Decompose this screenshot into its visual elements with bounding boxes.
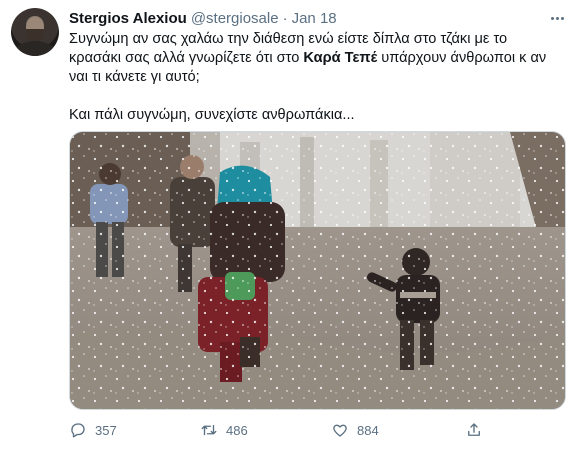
avatar-shoulders bbox=[15, 41, 55, 56]
avatar[interactable] bbox=[11, 8, 59, 56]
tweet-date[interactable]: Jan 18 bbox=[292, 10, 337, 27]
reply-icon bbox=[71, 423, 85, 438]
tweet-text-line-2-end: υπάρχουν άνθρωποι κ αν bbox=[377, 50, 547, 66]
tweet-text: Συγνώμη αν σας χαλάω την διάθεση ενώ είσ… bbox=[69, 30, 569, 125]
share-icon bbox=[468, 423, 480, 436]
display-name[interactable]: Stergios Alexiou bbox=[69, 10, 187, 27]
tweet-text-line-4: Και πάλι συγνώμη, συνεχίστε ανθρωπάκια..… bbox=[69, 107, 355, 123]
more-horizontal-icon[interactable] bbox=[544, 8, 570, 28]
reply-count: 357 bbox=[95, 422, 117, 438]
avatar-beard bbox=[26, 29, 44, 41]
place-name: Καρά Τεπέ bbox=[303, 50, 378, 66]
tweet-text-line-3: ναι τι κάνετε γι αυτό; bbox=[69, 69, 200, 85]
tweet-text-line-1: Συγνώμη αν σας χαλάω την διάθεση ενώ είσ… bbox=[69, 31, 508, 47]
tweet-text-line-2-start: κρασάκι σας αλλά γνωρίζετε ότι στο bbox=[69, 50, 304, 66]
tweet-photo[interactable] bbox=[69, 131, 566, 410]
like-button[interactable]: 884 bbox=[331, 420, 379, 440]
tweet-card[interactable]: Stergios Alexiou @stergiosale · Jan 18 Σ… bbox=[0, 0, 580, 450]
retweet-button[interactable]: 486 bbox=[200, 420, 248, 440]
snowy-camp-photo bbox=[70, 132, 565, 409]
retweet-count: 486 bbox=[226, 422, 248, 438]
tweet-header: Stergios Alexiou @stergiosale · Jan 18 bbox=[69, 8, 337, 28]
separator-dot: · bbox=[282, 9, 288, 27]
tweet-text-line-2: κρασάκι σας αλλά γνωρίζετε ότι στο Καρά … bbox=[69, 49, 569, 68]
user-handle[interactable]: @stergiosale bbox=[191, 10, 279, 27]
reply-button[interactable]: 357 bbox=[69, 420, 117, 440]
retweet-icon bbox=[201, 424, 217, 436]
share-button[interactable] bbox=[465, 420, 483, 440]
like-count: 884 bbox=[357, 422, 379, 438]
heart-icon bbox=[333, 424, 347, 437]
tweet-actions: 357 486 884 bbox=[69, 420, 499, 440]
